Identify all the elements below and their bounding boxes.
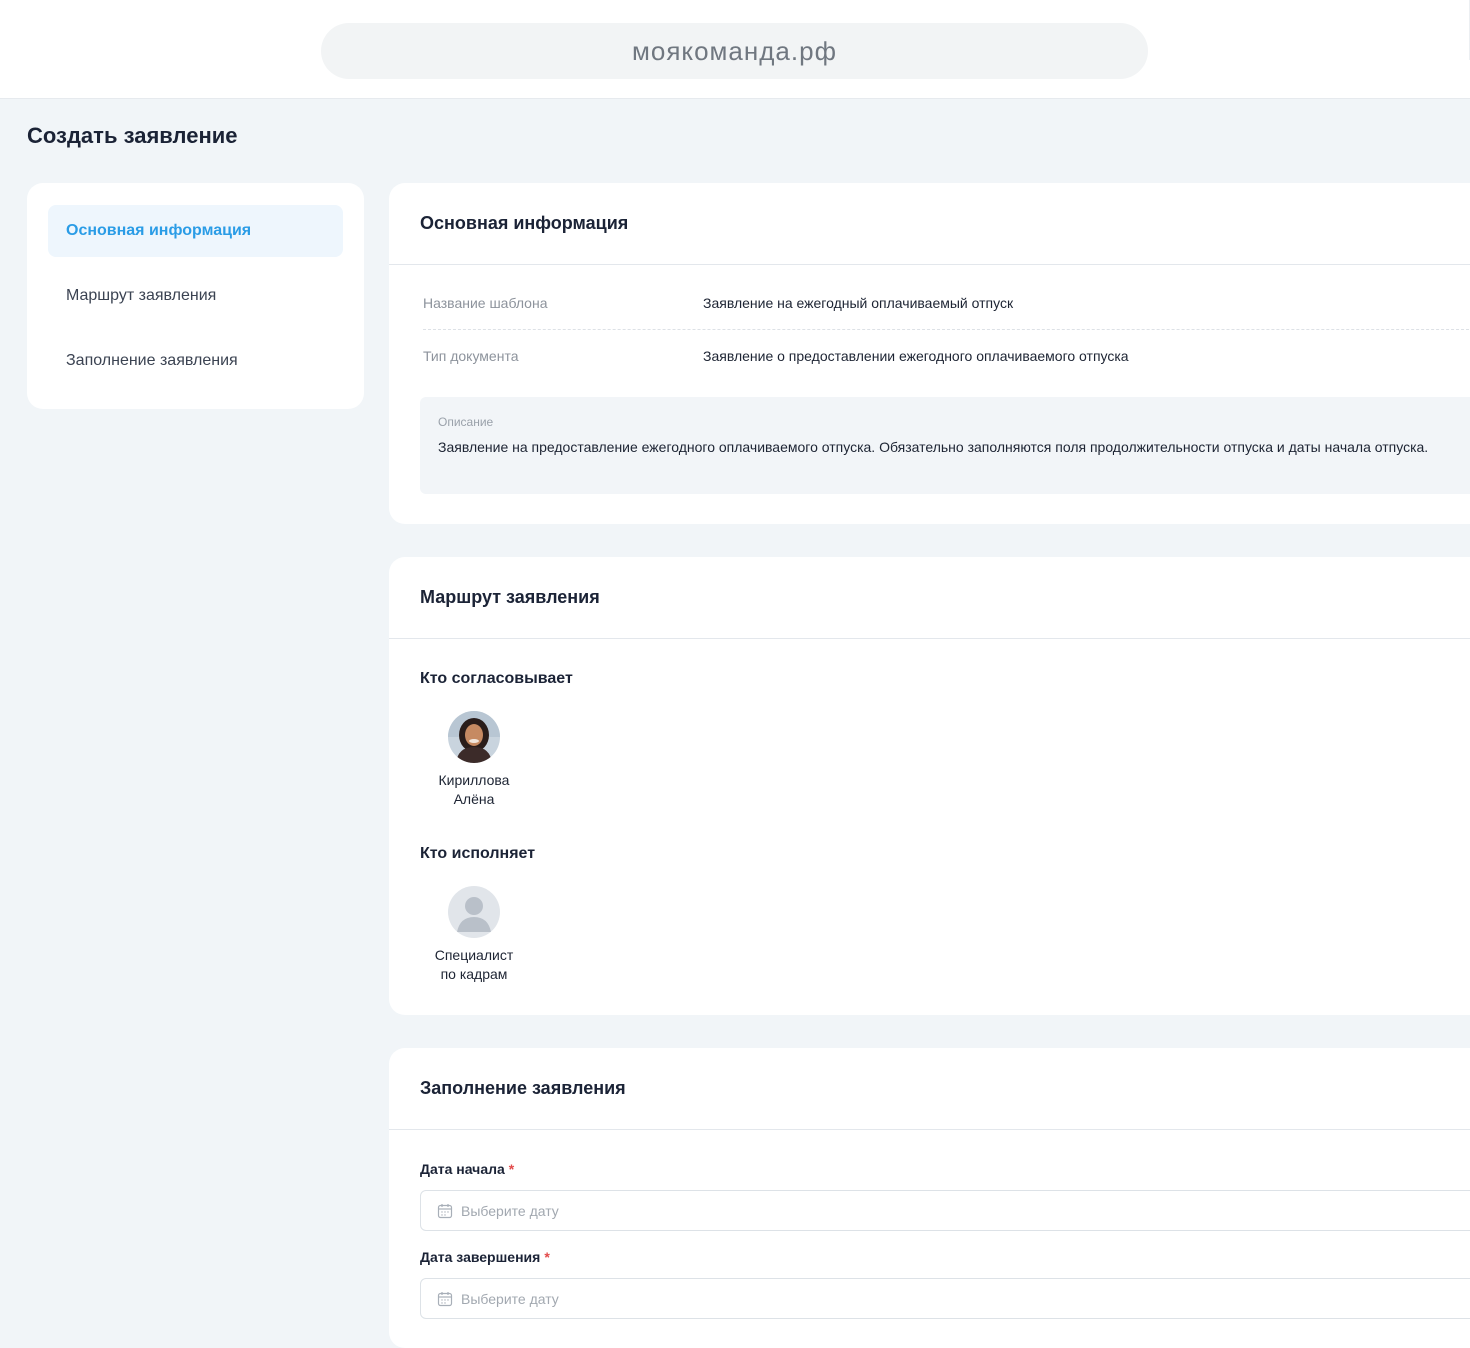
route-title: Маршрут заявления xyxy=(389,557,1470,639)
start-date-input[interactable]: Выберите дату xyxy=(420,1190,1470,1231)
calendar-icon xyxy=(437,1291,453,1306)
description-box: Описание Заявление на предоставление еже… xyxy=(420,397,1470,494)
doc-type-value: Заявление о предоставлении ежегодного оп… xyxy=(703,348,1129,364)
nav-item-main-info[interactable]: Основная информация xyxy=(48,205,343,257)
main-info-card: Основная информация Название шаблона Зая… xyxy=(389,183,1470,524)
end-date-label: Дата завершения * xyxy=(420,1249,550,1265)
fill-title: Заполнение заявления xyxy=(389,1048,1470,1130)
row-divider xyxy=(423,329,1470,330)
nav-item-label: Маршрут заявления xyxy=(66,287,217,304)
placeholder-avatar xyxy=(448,886,500,938)
executor-name-line2: по кадрам xyxy=(440,966,508,982)
calendar-icon xyxy=(437,1203,453,1218)
section-nav: Основная информация Маршрут заявления За… xyxy=(27,183,364,409)
template-name-value: Заявление на ежегодный оплачиваемый отпу… xyxy=(703,295,1014,311)
executor-person[interactable]: Специалист по кадрам xyxy=(419,886,529,984)
required-marker: * xyxy=(508,1161,515,1177)
nav-item-label: Заполнение заявления xyxy=(66,352,238,369)
end-date-placeholder: Выберите дату xyxy=(461,1290,559,1307)
page-title: Создать заявление xyxy=(27,123,238,148)
corner-decoration xyxy=(1430,0,1470,60)
browser-bar: моякоманда.рф xyxy=(0,0,1470,99)
doc-type-label: Тип документа xyxy=(423,348,519,364)
url-text: моякоманда.рф xyxy=(632,35,837,66)
nav-item-label: Основная информация xyxy=(66,222,252,239)
start-date-label: Дата начала * xyxy=(420,1161,514,1177)
route-card: Маршрут заявления Кто согласовывает Кири… xyxy=(389,557,1470,1015)
approver-name-line1: Кириллова xyxy=(438,772,510,788)
required-marker: * xyxy=(544,1249,550,1265)
executor-name-line1: Специалист xyxy=(434,947,514,963)
nav-item-route[interactable]: Маршрут заявления xyxy=(48,270,343,322)
nav-item-fill[interactable]: Заполнение заявления xyxy=(48,335,343,387)
main-info-title: Основная информация xyxy=(389,183,1470,265)
approver-name-line2: Алёна xyxy=(453,791,495,807)
approver-person[interactable]: Кириллова Алёна xyxy=(419,711,529,809)
executor-heading: Кто исполняет xyxy=(420,845,536,862)
url-bar[interactable]: моякоманда.рф xyxy=(321,23,1148,79)
doc-type-row: Тип документа Заявление о предоставлении… xyxy=(423,348,1470,364)
start-date-placeholder: Выберите дату xyxy=(461,1202,559,1219)
avatar xyxy=(448,711,500,763)
fill-card: Заполнение заявления Дата начала * Выбери… xyxy=(389,1048,1470,1348)
end-date-input[interactable]: Выберите дату xyxy=(420,1278,1470,1319)
start-date-label-text: Дата начала xyxy=(420,1161,505,1177)
template-name-label: Название шаблона xyxy=(423,295,548,311)
description-label: Описание xyxy=(438,415,494,429)
template-name-row: Название шаблона Заявление на ежегодный … xyxy=(423,295,1470,311)
description-text: Заявление на предоставление ежегодного о… xyxy=(438,439,1429,455)
approver-heading: Кто согласовывает xyxy=(420,670,573,687)
end-date-label-text: Дата завершения xyxy=(420,1249,541,1265)
